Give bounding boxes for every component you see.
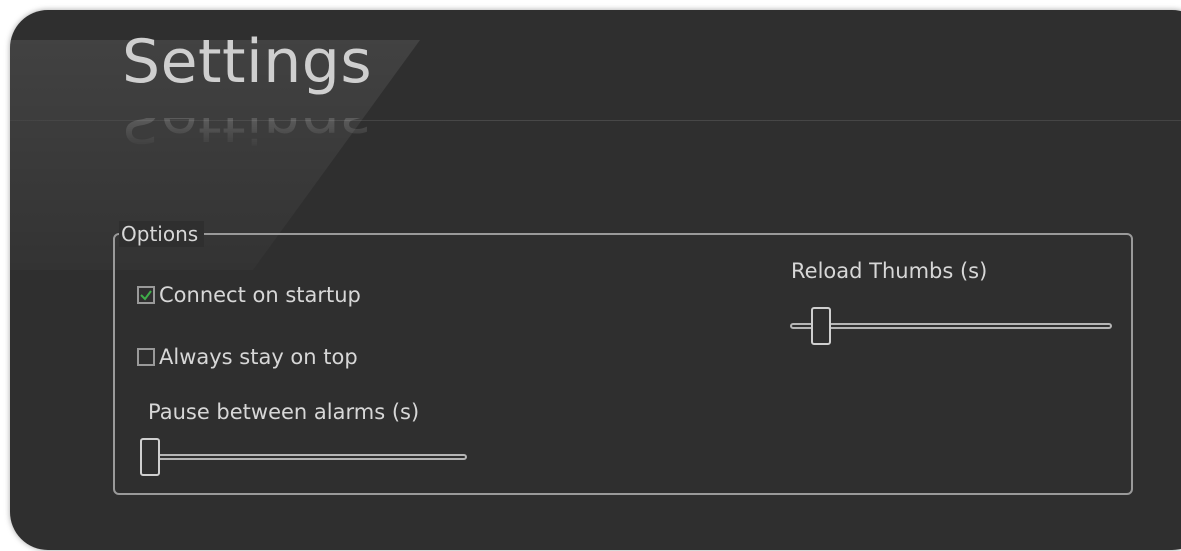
reload-thumbs-label: Reload Thumbs (s)	[791, 259, 988, 283]
page-title: Settings	[122, 27, 373, 97]
pause-between-alarms-slider[interactable]	[140, 438, 467, 478]
slider-thumb[interactable]	[140, 438, 160, 476]
page-title-reflection: Settings	[122, 118, 372, 150]
pause-between-alarms-label: Pause between alarms (s)	[148, 400, 420, 424]
options-legend: Options	[119, 221, 205, 247]
reload-thumbs-slider[interactable]	[790, 307, 1112, 347]
options-groupbox: Options Connect on startup Always stay o…	[113, 221, 1133, 495]
always-stay-on-top-checkbox[interactable]	[137, 348, 155, 366]
checkmark-icon	[140, 290, 152, 301]
always-stay-on-top-option[interactable]: Always stay on top	[137, 345, 358, 369]
connect-on-startup-option[interactable]: Connect on startup	[137, 283, 361, 307]
connect-on-startup-label: Connect on startup	[159, 283, 361, 307]
slider-track[interactable]	[790, 323, 1112, 329]
always-stay-on-top-label: Always stay on top	[159, 345, 358, 369]
connect-on-startup-checkbox[interactable]	[137, 286, 155, 304]
settings-window: Settings Settings Options Connect on sta…	[10, 10, 1181, 550]
slider-thumb[interactable]	[811, 307, 831, 345]
slider-track[interactable]	[140, 454, 467, 460]
